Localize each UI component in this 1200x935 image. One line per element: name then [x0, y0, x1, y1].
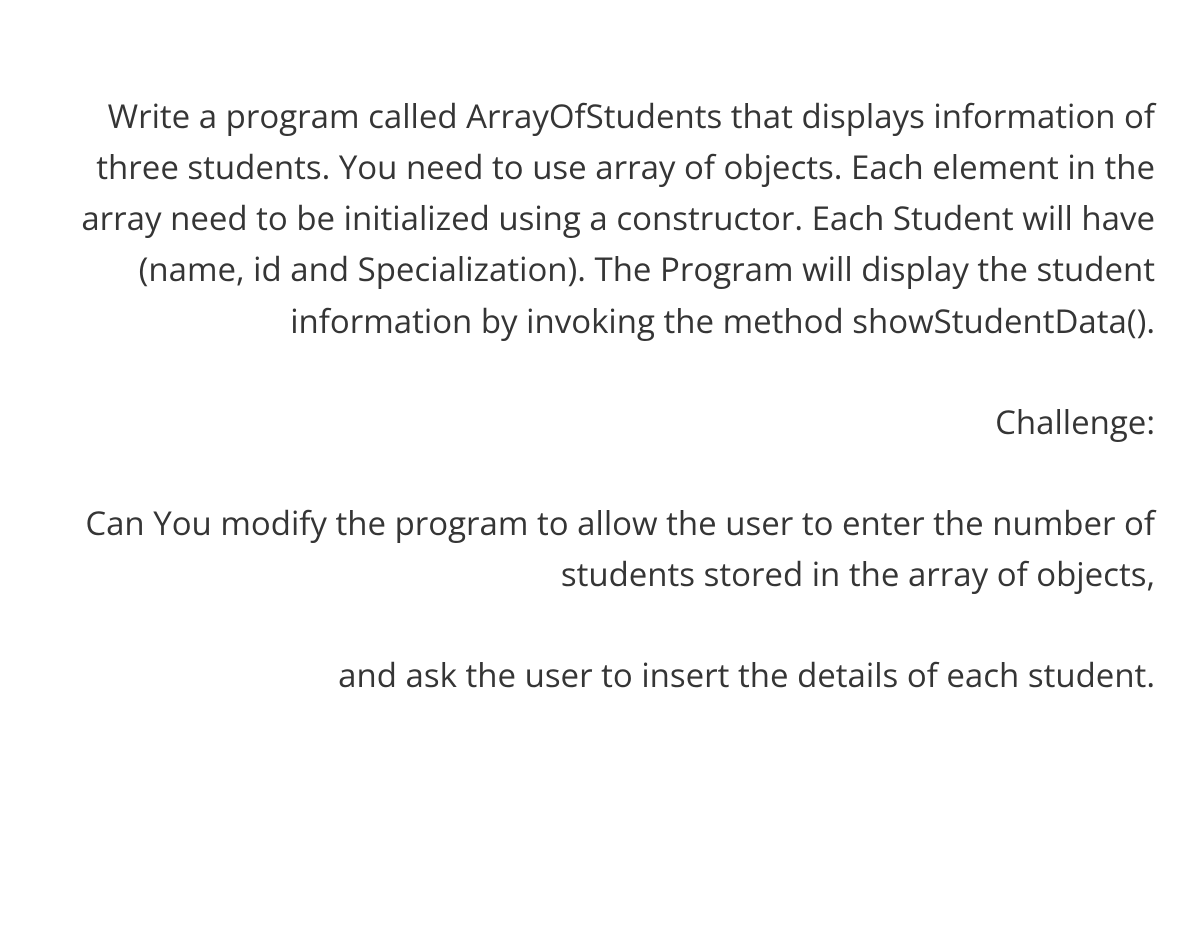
- main-instruction-paragraph: Write a program called ArrayOfStudents t…: [45, 90, 1155, 346]
- challenge-paragraph-2: and ask the user to insert the details o…: [45, 649, 1155, 700]
- challenge-paragraph-1: Can You modify the program to allow the …: [45, 497, 1155, 599]
- challenge-heading: Challenge:: [45, 396, 1155, 447]
- document-content: Write a program called ArrayOfStudents t…: [45, 90, 1155, 700]
